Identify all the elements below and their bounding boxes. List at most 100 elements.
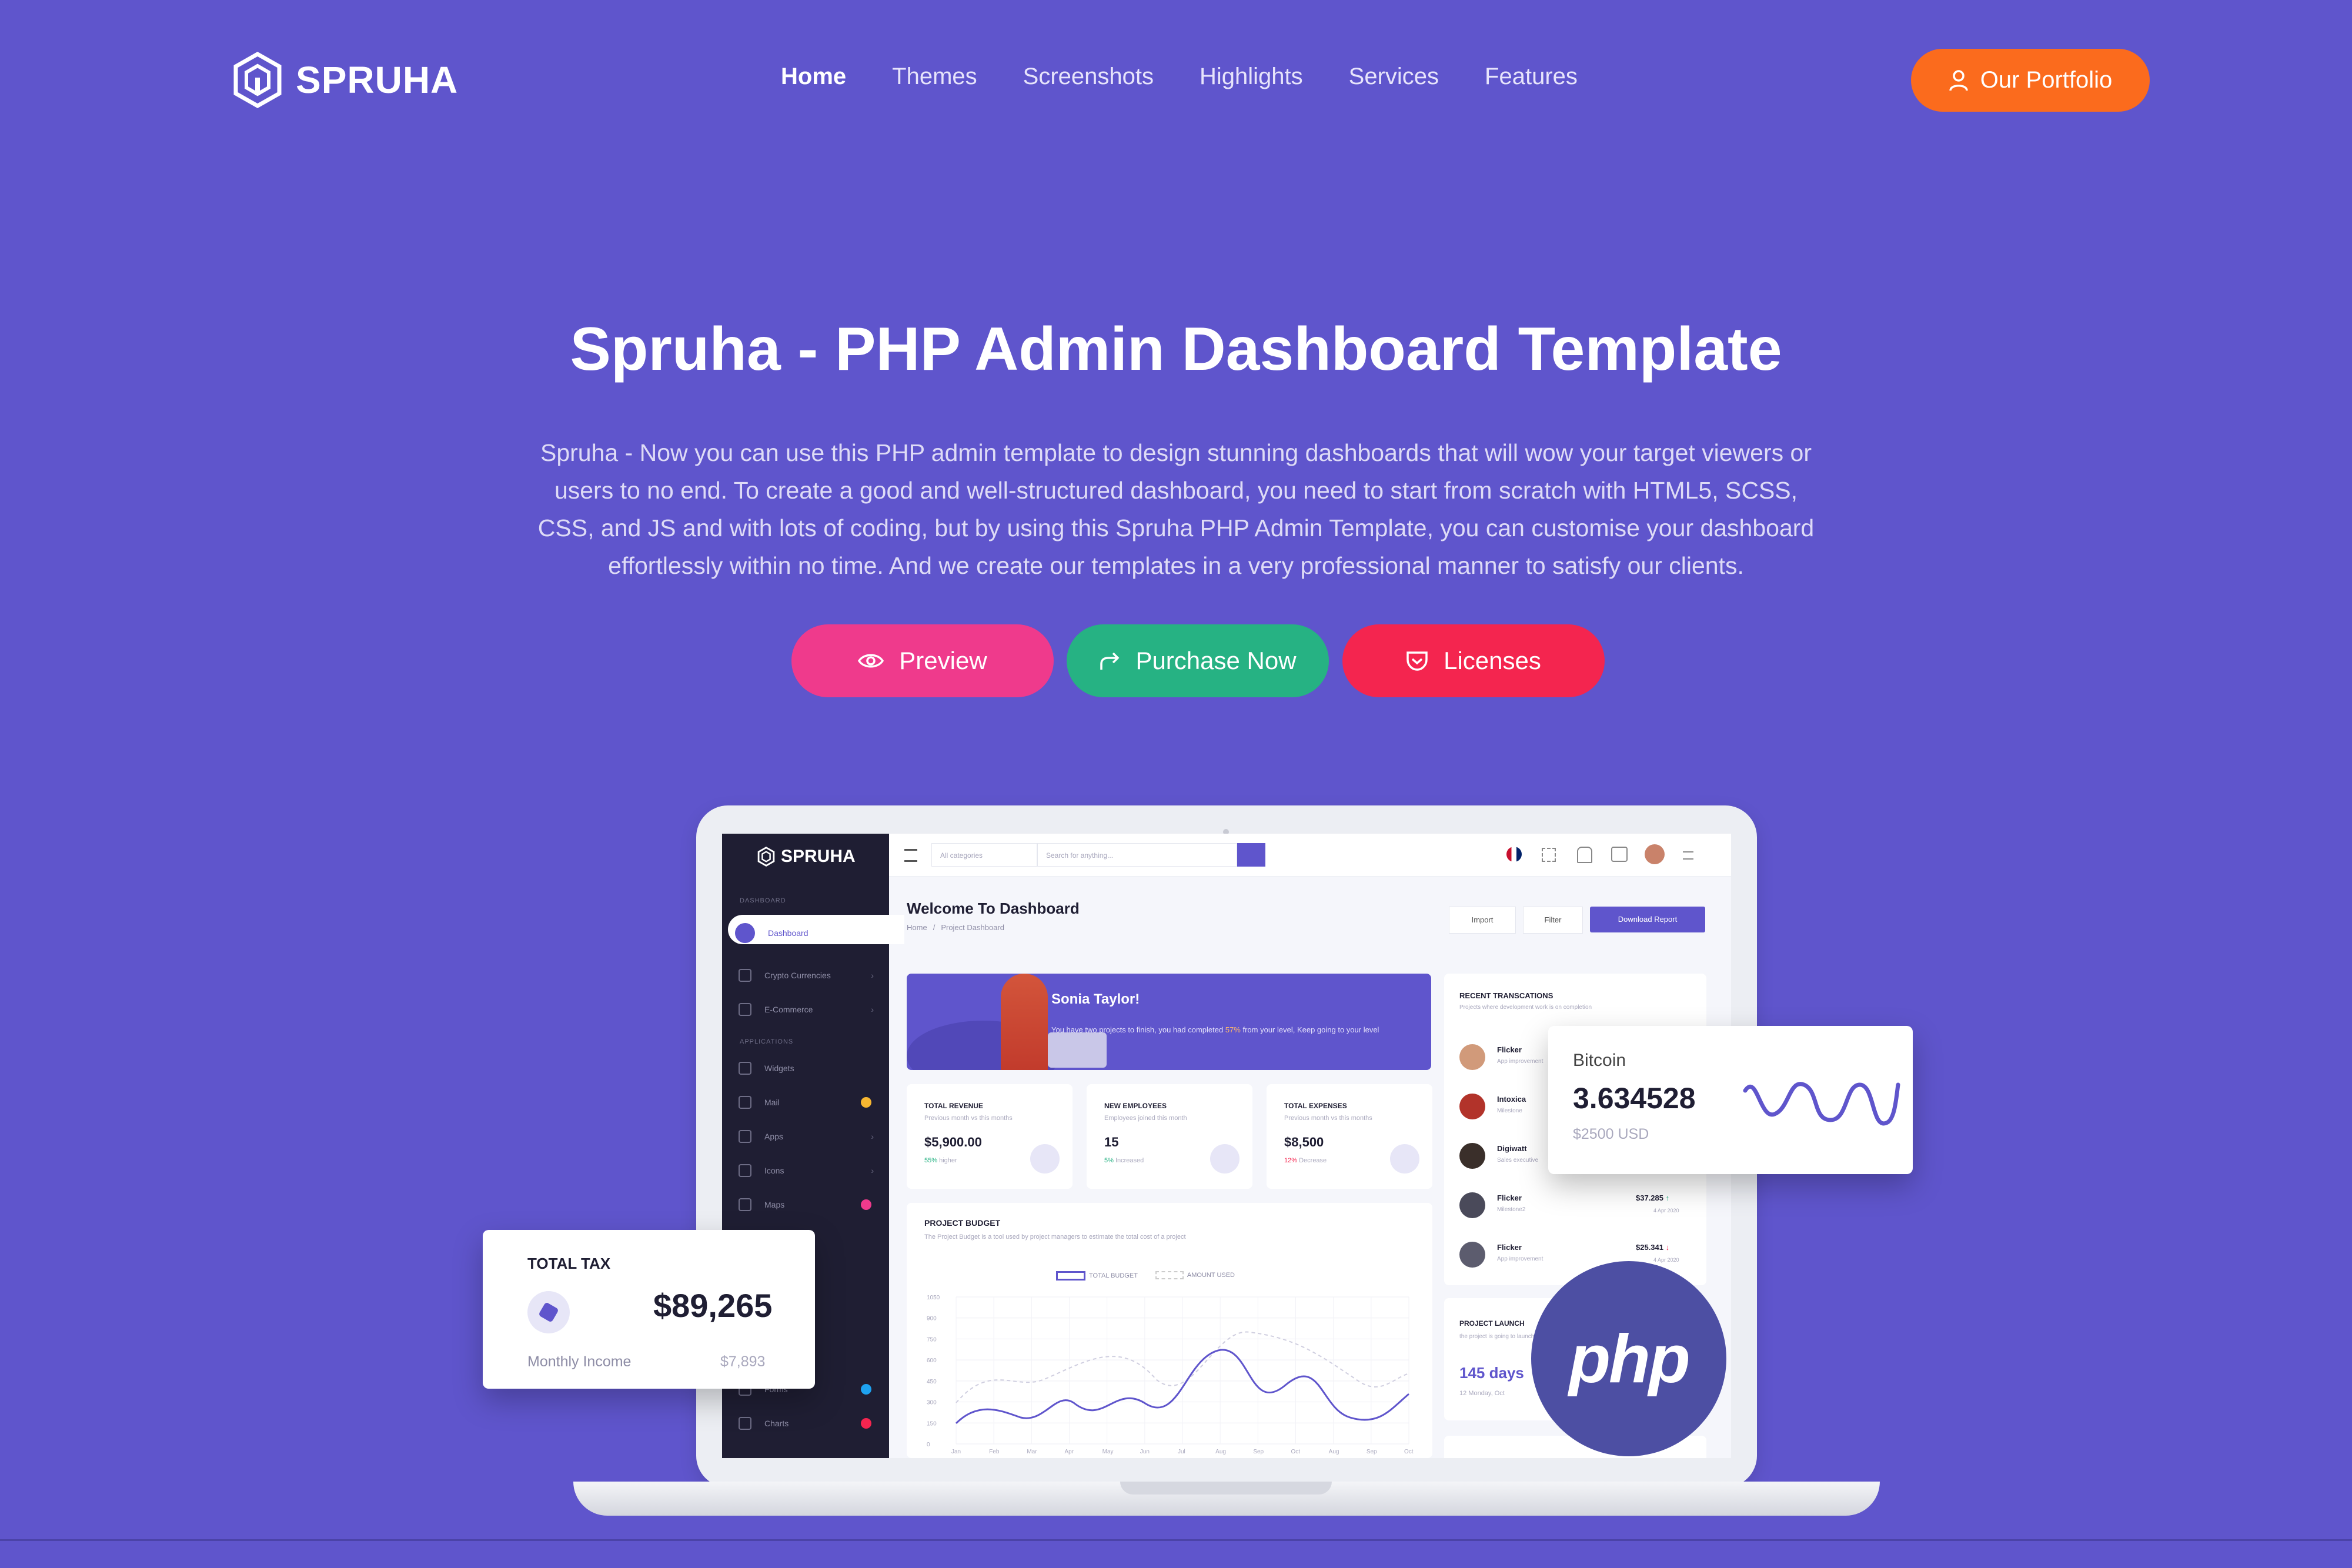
chart-icon xyxy=(739,1417,751,1430)
fullscreen-icon[interactable] xyxy=(1542,848,1556,862)
map-icon xyxy=(739,1198,751,1211)
y-tick-label: 1050 xyxy=(927,1295,940,1301)
budget-title: PROJECT BUDGET xyxy=(924,1218,1001,1228)
x-tick-label: Aug xyxy=(1329,1449,1339,1455)
maps-badge xyxy=(861,1199,871,1210)
spruha-logo-icon xyxy=(233,52,282,108)
filter-button[interactable]: Filter xyxy=(1523,907,1583,934)
bitcoin-card: Bitcoin 3.634528 $2500 USD xyxy=(1548,1026,1913,1174)
nav-features[interactable]: Features xyxy=(1485,63,1578,90)
home-icon xyxy=(735,923,755,943)
preview-button[interactable]: Preview xyxy=(791,624,1054,697)
sidebar-item-label: E-Commerce xyxy=(764,1005,813,1014)
dashboard-brand: SPRUHA xyxy=(781,847,856,866)
sidebar-category-applications: APPLICATIONS xyxy=(740,1038,794,1045)
avatar[interactable] xyxy=(1645,844,1665,864)
x-tick-label: Feb xyxy=(989,1449,1000,1455)
apps-icon xyxy=(739,1130,751,1143)
share-arrow-icon xyxy=(1100,652,1120,670)
laptop-notch xyxy=(1120,1482,1332,1495)
project-budget-card: PROJECT BUDGET The Project Budget is a t… xyxy=(907,1203,1432,1458)
our-portfolio-button[interactable]: Our Portfolio xyxy=(1911,49,2150,112)
flag-icon[interactable] xyxy=(1506,847,1522,862)
y-tick-label: 0 xyxy=(927,1442,930,1448)
sidebar-item-ecommerce[interactable]: E-Commerce › xyxy=(739,1003,880,1016)
transaction-row[interactable]: Flicker Milestone2 $37.285 ↑ 4 Apr 2020 xyxy=(1459,1192,1695,1218)
transaction-desc: Milestone2 xyxy=(1497,1206,1526,1213)
import-button[interactable]: Import xyxy=(1449,907,1516,934)
sidebar-item-crypto[interactable]: Crypto Currencies › xyxy=(739,969,880,982)
transaction-date: 4 Apr 2020 xyxy=(1653,1208,1679,1213)
sidebar-item-widgets[interactable]: Widgets xyxy=(739,1062,880,1075)
x-tick-label: Oct xyxy=(1291,1449,1301,1455)
stat-card-expenses: TOTAL EXPENSES Previous month vs this mo… xyxy=(1267,1084,1432,1189)
portfolio-label: Our Portfolio xyxy=(1980,67,2113,93)
transaction-row[interactable]: Flicker App improvement $25.341 ↓ 4 Apr … xyxy=(1459,1242,1695,1268)
php-logo-text: php xyxy=(1569,1320,1690,1397)
bell-icon[interactable] xyxy=(1577,847,1592,863)
transaction-date: 4 Apr 2020 xyxy=(1653,1257,1679,1263)
dashboard-topbar: All categories Search for anything... xyxy=(889,834,1731,877)
stat-change: 55% higher xyxy=(924,1157,957,1164)
bitcoin-sparkline xyxy=(1743,1082,1900,1126)
sidebar-item-dashboard[interactable]: Dashboard xyxy=(735,923,880,943)
options-icon[interactable] xyxy=(1683,851,1693,860)
x-tick-label: Jan xyxy=(951,1449,961,1455)
stat-change: 5% Increased xyxy=(1104,1157,1144,1164)
x-tick-label: Mar xyxy=(1027,1449,1037,1455)
arrow-up-icon: ↑ xyxy=(1665,1193,1670,1202)
transaction-name: Flicker xyxy=(1497,1193,1522,1202)
stat-card-revenue: TOTAL REVENUE Previous month vs this mon… xyxy=(907,1084,1073,1189)
dashboard-search-input[interactable]: Search for anything... xyxy=(1037,843,1237,867)
budget-sub: The Project Budget is a tool used by pro… xyxy=(924,1233,1186,1241)
hero-title: Spruha - PHP Admin Dashboard Template xyxy=(570,315,1782,383)
budget-legend: TOTAL BUDGET AMOUNT USED xyxy=(1056,1271,1235,1281)
sidebar-item-label: Crypto Currencies xyxy=(764,971,831,980)
chat-icon[interactable] xyxy=(1611,847,1628,862)
nav-highlights[interactable]: Highlights xyxy=(1200,63,1303,90)
mail-badge xyxy=(861,1097,871,1108)
transactions-sub: Projects where development work is on co… xyxy=(1459,1004,1592,1011)
stat-title: TOTAL REVENUE xyxy=(924,1102,984,1110)
transaction-desc: Milestone xyxy=(1497,1108,1522,1114)
laptop-illustration xyxy=(1048,1032,1107,1068)
mail-icon xyxy=(739,1096,751,1109)
purchase-now-button[interactable]: Purchase Now xyxy=(1067,624,1329,697)
sidebar-item-maps[interactable]: Maps xyxy=(739,1198,880,1211)
sidebar-category-dashboard: DASHBOARD xyxy=(740,897,786,904)
brand-name: SPRUHA xyxy=(296,59,459,101)
nav-services[interactable]: Services xyxy=(1349,63,1439,90)
menu-icon[interactable] xyxy=(904,849,917,862)
tax-sub: Monthly Income xyxy=(527,1353,632,1370)
nav-screenshots[interactable]: Screenshots xyxy=(1023,63,1154,90)
tax-value: $89,265 xyxy=(653,1287,773,1324)
box-icon xyxy=(527,1291,570,1333)
category-select[interactable]: All categories xyxy=(931,843,1037,867)
x-tick-label: Jun xyxy=(1140,1449,1150,1455)
avatar xyxy=(1459,1044,1485,1070)
nav-home[interactable]: Home xyxy=(781,63,846,90)
breadcrumb-home[interactable]: Home xyxy=(907,923,927,932)
licenses-button[interactable]: Licenses xyxy=(1342,624,1605,697)
dashboard-logo[interactable]: SPRUHA xyxy=(757,847,856,867)
widgets-icon xyxy=(739,1062,751,1075)
stat-sub: Employees joined this month xyxy=(1104,1115,1187,1122)
transaction-name: Digiwatt xyxy=(1497,1144,1527,1153)
x-tick-label: Apr xyxy=(1065,1449,1074,1455)
sidebar-item-charts[interactable]: Charts xyxy=(739,1417,880,1430)
dashboard-breadcrumb: Home / Project Dashboard xyxy=(907,923,1004,932)
search-button[interactable] xyxy=(1237,843,1265,867)
stat-value: $8,500 xyxy=(1284,1135,1324,1149)
launch-days: 145 days xyxy=(1459,1364,1524,1382)
stat-value: $5,900.00 xyxy=(924,1135,982,1149)
download-report-button[interactable]: Download Report xyxy=(1590,907,1705,932)
sidebar-item-icons[interactable]: Icons › xyxy=(739,1164,880,1177)
brand-logo[interactable]: SPRUHA xyxy=(232,52,458,108)
x-tick-label: Sep xyxy=(1367,1449,1377,1455)
legend-total-budget: TOTAL BUDGET xyxy=(1056,1271,1138,1281)
nav-themes[interactable]: Themes xyxy=(892,63,977,90)
stat-sub: Previous month vs this months xyxy=(924,1115,1013,1122)
sidebar-item-mail[interactable]: Mail xyxy=(739,1096,880,1109)
stat-value: 15 xyxy=(1104,1135,1119,1149)
sidebar-item-apps[interactable]: Apps › xyxy=(739,1130,880,1143)
